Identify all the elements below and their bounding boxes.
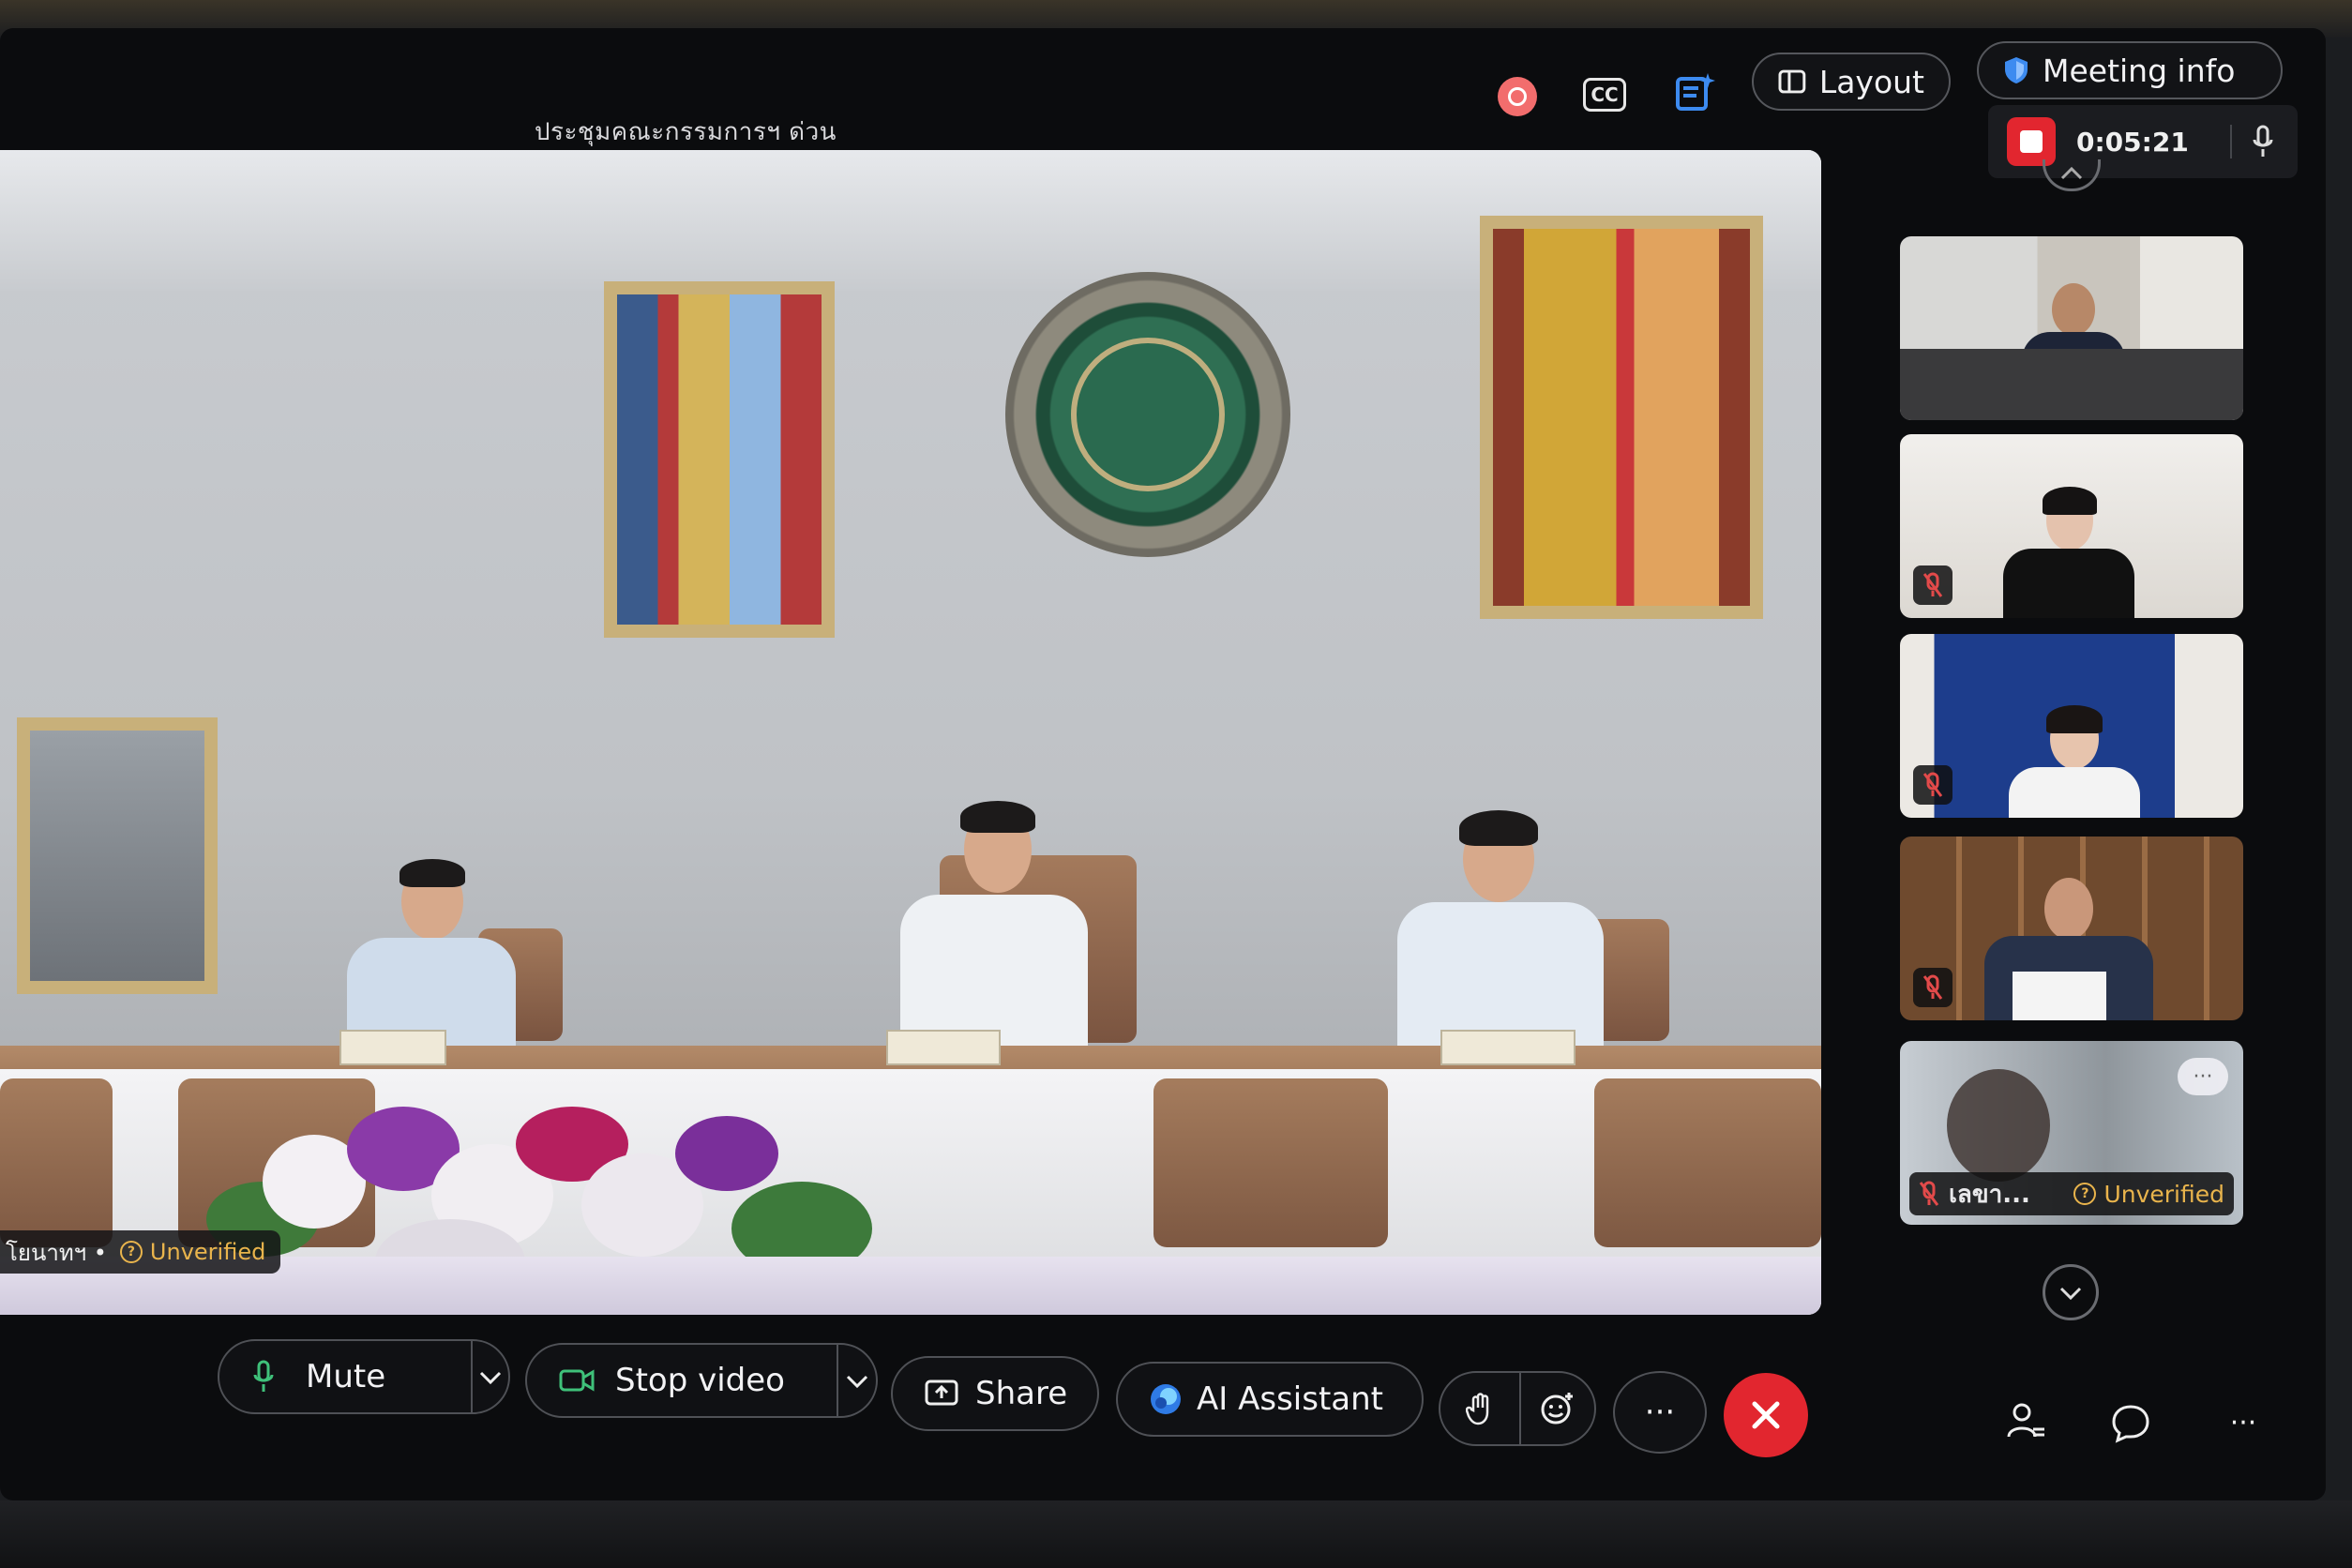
meeting-title: ประชุมคณะกรรมการฯ ด่วน bbox=[535, 118, 837, 146]
microphone-icon[interactable] bbox=[2253, 125, 2273, 158]
thumbnail-more-button[interactable]: ··· bbox=[2178, 1058, 2228, 1095]
timer-divider bbox=[2229, 125, 2232, 158]
portrait-frame-left bbox=[604, 281, 835, 638]
question-icon: ? bbox=[119, 1241, 143, 1263]
thumbnail-label: เลขา... ? Unverified bbox=[1909, 1172, 2234, 1215]
nameplate-left bbox=[339, 1030, 446, 1065]
portrait-frame-king bbox=[17, 717, 218, 994]
closed-captions-button[interactable]: CC bbox=[1583, 78, 1626, 112]
close-icon bbox=[1752, 1401, 1780, 1429]
participants-icon[interactable] bbox=[2003, 1399, 2048, 1444]
thumb-person bbox=[2009, 705, 2140, 818]
lower-chair bbox=[1594, 1078, 1821, 1247]
muted-mic-icon bbox=[1913, 968, 1952, 1007]
chevron-down-icon bbox=[846, 1375, 868, 1389]
ai-assistant-button[interactable]: AI Assistant bbox=[1116, 1362, 1424, 1437]
participant-left bbox=[338, 859, 525, 1050]
leave-meeting-button[interactable] bbox=[1724, 1373, 1808, 1457]
scroll-down-button[interactable] bbox=[2043, 1264, 2099, 1320]
unverified-badge: ? Unverified bbox=[119, 1239, 266, 1265]
shield-icon bbox=[2005, 57, 2028, 83]
meeting-info-button[interactable]: Meeting info bbox=[1977, 41, 2283, 99]
stop-video-button[interactable]: Stop video bbox=[527, 1362, 837, 1399]
share-button[interactable]: Share bbox=[891, 1356, 1099, 1431]
thumb-desk bbox=[1900, 349, 2243, 420]
layout-icon bbox=[1778, 69, 1806, 94]
layout-button[interactable]: Layout bbox=[1752, 53, 1951, 111]
camera-icon bbox=[559, 1369, 595, 1392]
thumbnail-participant-name: เลขา... bbox=[1949, 1180, 2030, 1209]
video-control: Stop video bbox=[525, 1343, 878, 1418]
thumb-person bbox=[2003, 487, 2134, 618]
meeting-info-label: Meeting info bbox=[2043, 52, 2236, 89]
reactions-button[interactable] bbox=[1521, 1391, 1594, 1426]
recording-timer: 0:05:21 bbox=[1988, 105, 2298, 178]
share-screen-icon bbox=[925, 1380, 958, 1406]
participant-thumbnail-1[interactable] bbox=[1900, 236, 2243, 420]
chat-icon[interactable] bbox=[2108, 1401, 2153, 1446]
lower-chair bbox=[1153, 1078, 1388, 1247]
participant-right bbox=[1397, 810, 1604, 1050]
monitor-bezel-bottom bbox=[0, 1500, 2352, 1568]
participant-thumbnail-2[interactable] bbox=[1900, 434, 2243, 618]
emoji-reaction-icon bbox=[1541, 1393, 1573, 1425]
video-options-button[interactable] bbox=[838, 1367, 876, 1394]
participant-thumbnail-3[interactable] bbox=[1900, 634, 2243, 818]
participant-center bbox=[900, 801, 1088, 1050]
chevron-up-icon bbox=[2060, 166, 2083, 179]
main-participant-label: โยนาทฯ • ? Unverified bbox=[0, 1230, 281, 1274]
mute-label: Mute bbox=[306, 1358, 386, 1395]
ai-assistant-icon bbox=[1151, 1384, 1181, 1414]
main-participant-name: โยนาทฯ • bbox=[6, 1239, 107, 1266]
sidebar-more-button[interactable]: ··· bbox=[2215, 1407, 2271, 1444]
muted-mic-icon bbox=[1913, 765, 1952, 805]
mute-button[interactable]: Mute bbox=[219, 1358, 471, 1395]
muted-mic-icon bbox=[1913, 565, 1952, 605]
unverified-label: Unverified bbox=[2103, 1180, 2224, 1208]
portrait-frame-right bbox=[1480, 216, 1763, 619]
share-label: Share bbox=[975, 1375, 1068, 1412]
recording-indicator-icon[interactable] bbox=[1498, 77, 1537, 116]
nameplate-right bbox=[1440, 1030, 1576, 1065]
muted-mic-icon bbox=[1919, 1181, 1939, 1206]
participant-thumbnail-5[interactable]: ··· เลขา... ? Unverified bbox=[1900, 1041, 2243, 1225]
more-options-button[interactable]: ··· bbox=[1613, 1371, 1707, 1454]
ministry-seal-emblem bbox=[1005, 272, 1290, 557]
unverified-label: Unverified bbox=[149, 1239, 266, 1265]
microphone-icon bbox=[253, 1360, 274, 1392]
chevron-down-icon bbox=[479, 1371, 502, 1385]
notes-ai-icon[interactable] bbox=[1674, 71, 1715, 113]
meeting-timer: 0:05:21 bbox=[2076, 126, 2189, 158]
question-icon: ? bbox=[2073, 1183, 2097, 1205]
raise-hand-icon bbox=[1466, 1393, 1489, 1425]
lower-chair bbox=[0, 1078, 113, 1247]
main-video-stage[interactable]: โยนาทฯ • ? Unverified bbox=[0, 150, 1821, 1315]
unverified-badge: ? Unverified bbox=[2073, 1181, 2224, 1208]
ai-assistant-label: AI Assistant bbox=[1197, 1380, 1383, 1418]
raise-hand-button[interactable] bbox=[1440, 1392, 1519, 1425]
mute-options-button[interactable] bbox=[473, 1364, 508, 1390]
participant-thumbnail-4[interactable] bbox=[1900, 837, 2243, 1020]
chevron-down-icon bbox=[2059, 1287, 2082, 1301]
thumb-person bbox=[1984, 878, 2153, 1020]
reactions-control bbox=[1439, 1371, 1596, 1446]
stop-video-label: Stop video bbox=[615, 1362, 785, 1399]
layout-label: Layout bbox=[1818, 63, 1924, 100]
nameplate-center bbox=[886, 1030, 1001, 1065]
mute-control: Mute bbox=[218, 1339, 510, 1414]
